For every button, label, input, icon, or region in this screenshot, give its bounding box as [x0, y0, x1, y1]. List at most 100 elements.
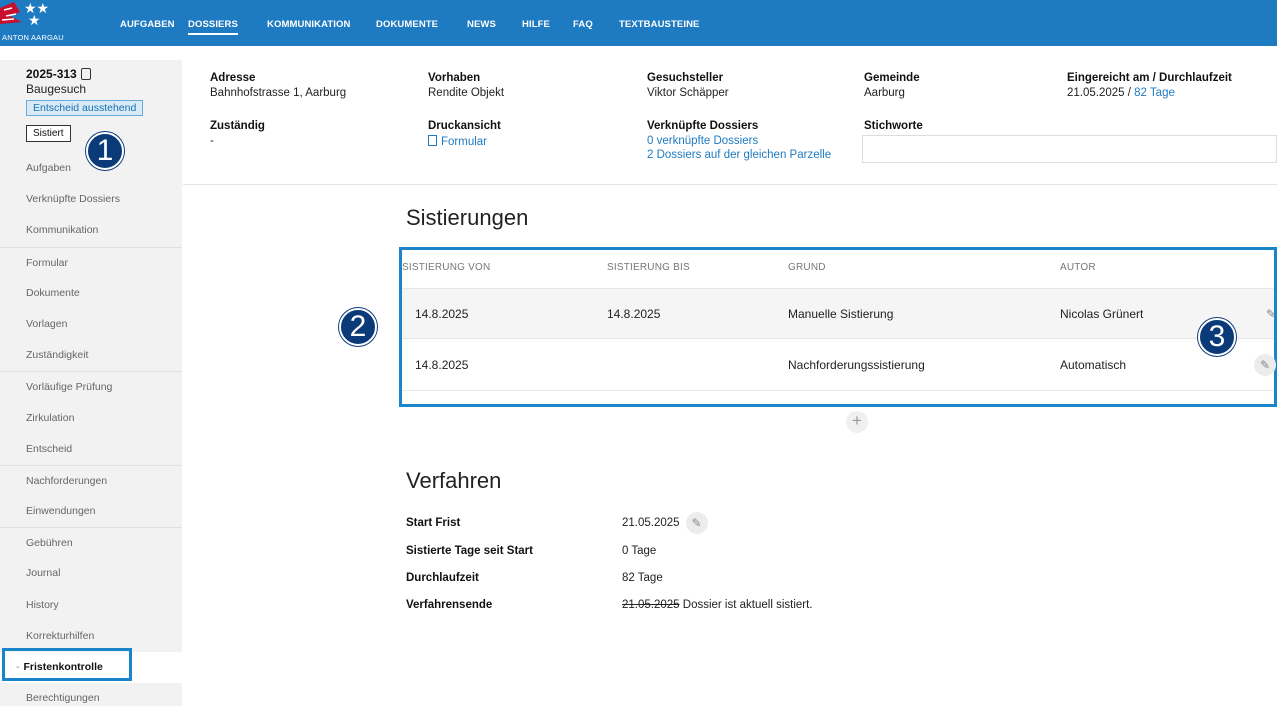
info-verknuepfte: Verknüpfte Dossiers 0 verknüpfte Dossier… — [647, 120, 831, 161]
label-eingereicht: Eingereicht am / Durchlaufzeit — [1067, 72, 1232, 84]
info-gemeinde: Gemeinde Aarburg — [864, 72, 920, 99]
annotation-marker-1: 1 — [86, 132, 124, 170]
section-title-sistierungen: Sistierungen — [406, 205, 529, 230]
value-start-frist: 21.05.2025 — [622, 517, 680, 529]
case-type: Baugesuch — [26, 82, 87, 96]
value-durchlaufzeit: 82 Tage — [622, 572, 663, 584]
durchlaufzeit-link[interactable]: 82 Tage — [1134, 87, 1175, 99]
sidebar-menu: Aufgaben Verknüpfte Dossiers Kommunikati… — [0, 153, 182, 706]
flag-stars-icon: ★★ ★ — [0, 0, 49, 28]
label-stichworte: Stichworte — [864, 120, 923, 132]
value-gemeinde: Aarburg — [864, 87, 905, 99]
sidebar-item-verknuepfte-dossiers[interactable]: Verknüpfte Dossiers — [0, 184, 182, 215]
column-header-autor: AUTOR — [1060, 262, 1096, 273]
label-verfahrensende: Verfahrensende — [406, 599, 493, 611]
nav-news[interactable]: NEWS — [467, 19, 496, 30]
logo-text: ANTON AARGAU — [2, 33, 64, 42]
table-row: 14.8.2025 14.8.2025 Manuelle Sistierung … — [402, 288, 1277, 339]
nav-textbausteine[interactable]: TEXTBAUSTEINE — [619, 19, 699, 30]
value-sistierte-tage: 0 Tage — [622, 545, 657, 557]
nav-hilfe[interactable]: HILFE — [522, 19, 550, 30]
value-zustaendig: - — [210, 135, 214, 147]
sidebar-item-vorlagen[interactable]: Vorlagen — [0, 309, 182, 340]
cell-autor: Automatisch — [1060, 358, 1127, 372]
svg-text:★: ★ — [28, 12, 41, 28]
pdf-icon — [428, 135, 437, 146]
table-row: 14.8.2025 Nachforderungssistierung Autom… — [402, 340, 1276, 391]
sidebar-item-entscheid[interactable]: Entscheid — [0, 434, 182, 465]
header-divider — [183, 184, 1277, 185]
canton-logo[interactable]: ★★ ★ ANTON AARGAU — [0, 0, 100, 46]
nav-dokumente[interactable]: DOKUMENTE — [376, 19, 438, 30]
value-verfahrensende-wrap: 21.05.2025 Dossier ist aktuell sistiert. — [622, 599, 813, 611]
info-vorhaben: Vorhaben Rendite Objekt — [428, 72, 504, 99]
highlight-box-fristenkontrolle — [2, 648, 132, 681]
druckansicht-link[interactable]: Formular — [428, 135, 501, 148]
info-gesuchsteller: Gesuchsteller Viktor Schäpper — [647, 72, 729, 99]
cell-von: 14.8.2025 — [415, 307, 469, 321]
value-start-frist-wrap: 21.05.2025 ✎ — [622, 512, 708, 534]
sidebar-item-history[interactable]: History — [0, 590, 182, 621]
nav-faq[interactable]: FAQ — [573, 19, 593, 30]
copy-icon[interactable] — [80, 68, 91, 80]
value-verfahrensende: 21.05.2025 — [622, 599, 680, 611]
verknuepfte-link-1[interactable]: 0 verknüpfte Dossiers — [647, 135, 831, 147]
edit-start-frist-icon[interactable]: ✎ — [685, 512, 708, 534]
cell-grund: Manuelle Sistierung — [788, 307, 894, 321]
cell-bis: 14.8.2025 — [607, 307, 661, 321]
verknuepfte-link-2[interactable]: 2 Dossiers auf der gleichen Parzelle — [647, 149, 831, 161]
info-adresse: Adresse Bahnhofstrasse 1, Aarburg — [210, 72, 346, 99]
sidebar-item-einwendungen[interactable]: Einwendungen — [0, 496, 182, 527]
info-stichworte: Stichworte — [864, 120, 923, 132]
top-navigation-bar: ★★ ★ ANTON AARGAU AUFGABEN DOSSIERS KOMM… — [0, 0, 1277, 46]
eingereicht-date: 21.05.2025 — [1067, 87, 1125, 99]
annotation-marker-2: 2 — [339, 308, 377, 346]
cell-autor: Nicolas Grünert — [1060, 307, 1144, 321]
edit-pencil-icon[interactable]: ✎ — [1254, 354, 1276, 376]
label-verknuepfte: Verknüpfte Dossiers — [647, 120, 759, 132]
edit-pencil-icon[interactable]: ✎ — [1260, 303, 1277, 325]
label-gemeinde: Gemeinde — [864, 72, 920, 84]
value-eingereicht: 21.05.2025 / 82 Tage — [1067, 87, 1232, 99]
label-druckansicht: Druckansicht — [428, 120, 501, 132]
label-sistierte-tage: Sistierte Tage seit Start — [406, 545, 533, 557]
info-druckansicht: Druckansicht Formular — [428, 120, 501, 148]
sidebar-item-zustaendigkeit[interactable]: Zuständigkeit — [0, 340, 182, 371]
annotation-marker-3: 3 — [1198, 318, 1236, 356]
column-header-sistierung-von: SISTIERUNG VON — [402, 262, 491, 273]
add-sistierung-button[interactable]: + — [846, 411, 868, 433]
label-vorhaben: Vorhaben — [428, 72, 481, 84]
label-zustaendig: Zuständig — [210, 120, 265, 132]
nav-kommunikation[interactable]: KOMMUNIKATION — [267, 19, 350, 30]
verfahrensende-note: Dossier ist aktuell sistiert. — [679, 599, 813, 611]
cell-von: 14.8.2025 — [415, 358, 469, 372]
stichworte-input[interactable] — [862, 135, 1277, 163]
value-vorhaben: Rendite Objekt — [428, 87, 505, 99]
nav-dossiers[interactable]: DOSSIERS — [188, 19, 238, 35]
sidebar-item-berechtigungen[interactable]: Berechtigungen — [0, 683, 182, 706]
sidebar-item-gebuehren[interactable]: Gebühren — [0, 527, 182, 558]
value-gesuchsteller: Viktor Schäpper — [647, 87, 729, 99]
suspended-badge: Sistiert — [26, 125, 71, 142]
sidebar-item-kommunikation[interactable]: Kommunikation — [0, 215, 182, 246]
nav-aufgaben[interactable]: AUFGABEN — [120, 19, 175, 30]
case-number: 2025-313 — [26, 67, 91, 81]
sidebar-item-dokumente[interactable]: Dokumente — [0, 278, 182, 309]
section-title-verfahren: Verfahren — [406, 468, 502, 493]
label-gesuchsteller: Gesuchsteller — [647, 72, 724, 84]
value-adresse: Bahnhofstrasse 1, Aarburg — [210, 87, 347, 99]
druckansicht-link-label: Formular — [441, 136, 488, 148]
sidebar-item-zirkulation[interactable]: Zirkulation — [0, 403, 182, 434]
eingereicht-separator: / — [1124, 87, 1135, 99]
sidebar-item-formular[interactable]: Formular — [0, 246, 182, 278]
label-start-frist: Start Frist — [406, 517, 461, 529]
label-durchlaufzeit: Durchlaufzeit — [406, 572, 479, 584]
case-number-text: 2025-313 — [26, 67, 77, 81]
sidebar-item-vorlaeufige-pruefung[interactable]: Vorläufige Prüfung — [0, 371, 182, 402]
label-adresse: Adresse — [210, 72, 256, 84]
status-badge: Entscheid ausstehend — [26, 100, 144, 116]
sidebar-item-journal[interactable]: Journal — [0, 558, 182, 589]
sidebar-item-nachforderungen[interactable]: Nachforderungen — [0, 464, 182, 496]
info-zustaendig: Zuständig - — [210, 120, 265, 147]
info-eingereicht: Eingereicht am / Durchlaufzeit 21.05.202… — [1067, 72, 1232, 99]
